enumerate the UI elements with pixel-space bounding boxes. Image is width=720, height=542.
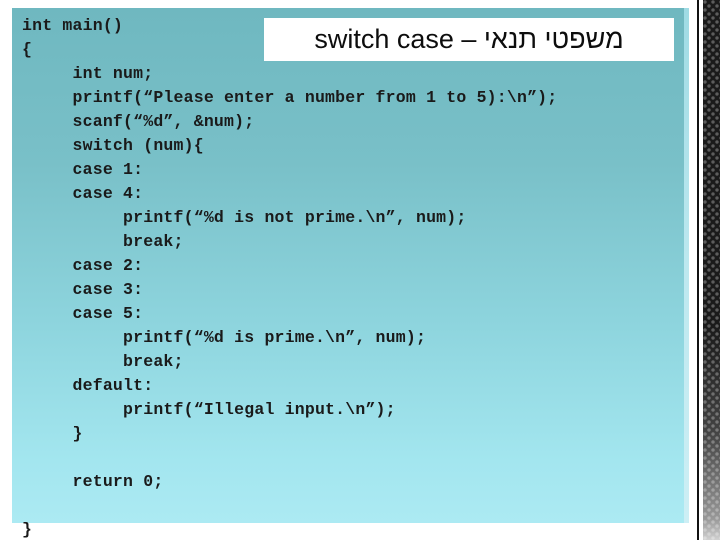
title-banner: משפטי תנאי – switch case [264, 18, 674, 61]
code-listing: int main() { int num; printf(“Please ent… [22, 16, 558, 539]
right-edge-divider-line [697, 0, 699, 540]
slide-title: משפטי תנאי – switch case [314, 24, 624, 54]
slide-canvas: int main() { int num; printf(“Please ent… [0, 0, 720, 540]
right-edge-glow-strip [684, 8, 689, 523]
right-edge-halftone-fade [703, 0, 720, 540]
code-panel: int main() { int num; printf(“Please ent… [12, 8, 684, 539]
